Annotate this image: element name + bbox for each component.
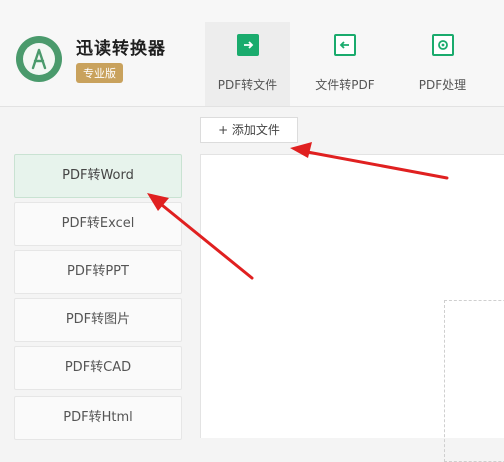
annotation-arrow-pdf-to-word [147,193,254,280]
annotation-arrow-add-file [290,142,449,180]
annotation-arrows [147,142,449,280]
